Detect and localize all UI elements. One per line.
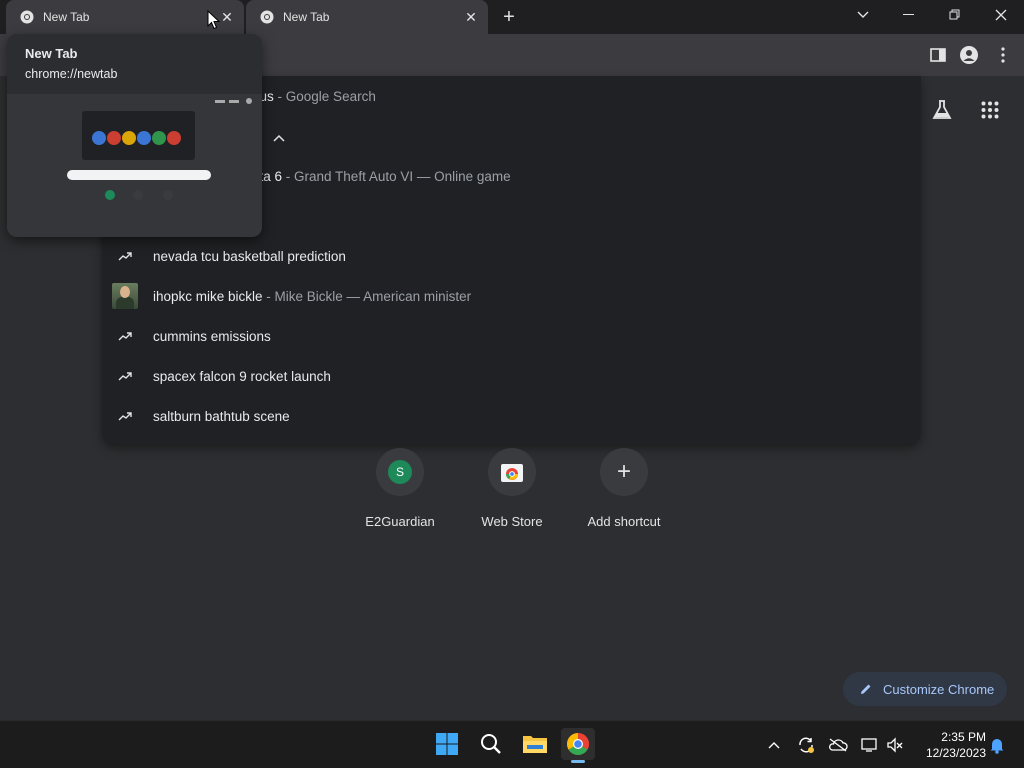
start-button[interactable]: [430, 728, 464, 760]
web-store-icon: [501, 464, 523, 482]
site-favicon: S: [388, 460, 412, 484]
suggestion-row[interactable]: spacex falcon 9 rocket launch: [102, 356, 921, 396]
suggestion-row[interactable]: saltburn bathtub scene: [102, 396, 921, 436]
sync-tray-button[interactable]: [795, 734, 817, 756]
network-icon: [861, 738, 877, 752]
shortcut-label: Web Store: [481, 514, 543, 529]
more-vert-icon: [1001, 47, 1005, 63]
new-tab-button[interactable]: +: [498, 6, 520, 28]
customize-label: Customize Chrome: [883, 681, 995, 697]
cloud-off-icon: [829, 738, 848, 752]
trending-icon: [112, 323, 138, 349]
chevron-down-icon: [857, 11, 869, 18]
folder-icon: [523, 736, 547, 753]
suggestion-text: nevada tcu basketball prediction: [153, 248, 346, 264]
chrome-menu-button[interactable]: [992, 44, 1014, 66]
suggestion-text: saltburn bathtub scene: [153, 408, 290, 424]
close-window-button[interactable]: [978, 0, 1024, 30]
onedrive-tray-button[interactable]: [827, 734, 849, 756]
person-thumbnail: [112, 283, 138, 309]
profile-button[interactable]: [958, 44, 980, 66]
clock-time: 2:35 PM: [941, 730, 986, 744]
side-panel-icon: [930, 48, 946, 62]
file-explorer-button[interactable]: [518, 728, 552, 760]
chevron-up-icon: [768, 742, 780, 749]
trending-icon: [112, 363, 138, 389]
search-icon: [481, 734, 501, 754]
shortcut-label: E2Guardian: [365, 514, 435, 529]
apps-grid-icon: [981, 101, 999, 119]
shortcut-label: Add shortcut: [587, 514, 661, 529]
chrome-taskbar-button[interactable]: [561, 728, 595, 763]
suggestion-row[interactable]: nevada tcu basketball prediction: [102, 236, 921, 276]
suggestion-text: spacex falcon 9 rocket launch: [153, 368, 331, 384]
show-hidden-icons-button[interactable]: [763, 734, 785, 756]
mouse-cursor-icon: [207, 10, 220, 30]
tab-search-button[interactable]: [840, 0, 886, 30]
suggestion-text: cummins emissions: [153, 328, 271, 344]
network-tray-button[interactable]: [859, 734, 881, 756]
customize-chrome-button[interactable]: Customize Chrome: [843, 672, 1007, 706]
suggestion-subtext: - Google Search: [273, 88, 376, 104]
suggestion-row[interactable]: ihopkc mike bickle - Mike Bickle — Ameri…: [102, 276, 921, 316]
hovercard-url: chrome://newtab: [25, 67, 118, 81]
tab-title: New Tab: [283, 10, 330, 24]
labs-button[interactable]: [928, 96, 956, 124]
sync-icon: [799, 737, 814, 753]
restore-button[interactable]: [932, 0, 978, 30]
windows-logo-icon: [436, 733, 458, 755]
tab-hover-card: New Tab chrome://newtab: [7, 34, 262, 237]
minimize-icon: [903, 14, 914, 15]
trending-icon: [112, 243, 138, 269]
suggestion-row[interactable]: cummins emissions: [102, 316, 921, 356]
suggestion-subtext: - Mike Bickle — American minister: [262, 288, 472, 304]
close-icon: [995, 9, 1007, 21]
flask-icon: [932, 100, 952, 119]
volume-tray-button[interactable]: [884, 734, 906, 756]
shortcut-e2guardian[interactable]: S E2Guardian: [344, 448, 456, 538]
suggestion-text: ihopkc mike bickle: [153, 288, 263, 304]
side-panel-button[interactable]: [927, 44, 949, 66]
google-apps-button[interactable]: [976, 96, 1004, 124]
volume-mute-icon: [887, 737, 903, 753]
clock-date: 12/23/2023: [925, 746, 986, 760]
taskbar-clock[interactable]: 2:35 PM 12/23/2023: [912, 729, 986, 761]
active-app-indicator: [571, 760, 585, 763]
tab-strip: New Tab ✕ New Tab ✕ +: [0, 0, 1024, 34]
chrome-icon: [20, 10, 34, 24]
shortcut-add[interactable]: + Add shortcut: [568, 448, 680, 538]
plus-icon: +: [616, 458, 631, 485]
tab-title: New Tab: [43, 10, 90, 24]
chrome-icon: [260, 10, 274, 24]
restore-icon: [949, 9, 960, 20]
trending-icon: [112, 403, 138, 429]
notification-center-button[interactable]: [986, 734, 1008, 756]
search-button[interactable]: [474, 728, 508, 760]
suggestion-subtext: - Grand Theft Auto VI — Online game: [282, 168, 511, 184]
chrome-icon: [567, 733, 589, 755]
hovercard-title: New Tab: [25, 46, 78, 61]
minimize-button[interactable]: [886, 0, 932, 30]
close-tab-icon[interactable]: ✕: [460, 6, 482, 28]
profile-icon: [960, 46, 978, 64]
tab-preview-thumbnail: [7, 94, 262, 237]
chevron-up-icon[interactable]: [272, 131, 286, 145]
bell-icon: [990, 739, 1004, 754]
shortcut-web-store[interactable]: Web Store: [456, 448, 568, 538]
pencil-icon: [861, 684, 871, 694]
tab-new-tab-2[interactable]: New Tab ✕: [246, 0, 488, 34]
